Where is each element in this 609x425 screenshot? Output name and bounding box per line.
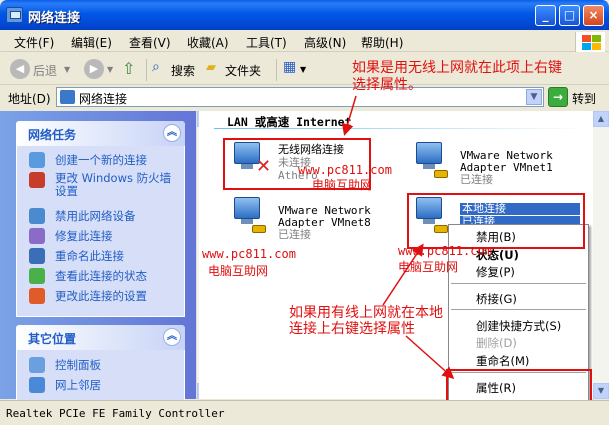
collapse-chevron-icon[interactable]: ︽	[163, 328, 181, 346]
address-field[interactable]: 网络连接 ▼	[56, 87, 544, 107]
watermark-url: www.pc811.com	[398, 244, 492, 258]
other-places-header[interactable]: 其它位置 ︽	[16, 325, 185, 350]
highlight-properties	[446, 369, 592, 402]
network-tasks-body: 创建一个新的连接 更改 Windows 防火墙设置 禁用此网络设备 修复此连接 …	[16, 146, 185, 317]
network-connections-icon	[60, 90, 75, 104]
other-places-panel: 其它位置 ︽ 控制面板 网上邻居	[16, 325, 185, 410]
repair-icon	[29, 228, 45, 244]
highlight-local-connection	[407, 193, 585, 249]
menu-item-repair[interactable]: 修复(P)	[476, 264, 515, 280]
network-tasks-title: 网络任务	[28, 128, 77, 142]
menu-file[interactable]: 文件(F)	[14, 34, 54, 51]
menu-item-bridge[interactable]: 桥接(G)	[476, 291, 517, 307]
maximize-button[interactable]: □	[559, 5, 580, 26]
new-connection-icon	[29, 152, 45, 168]
section-divider	[214, 128, 590, 129]
vmnet8-connection[interactable]: VMware Network Adapter VMnet8 已连接	[228, 195, 378, 241]
menu-separator	[451, 309, 586, 310]
network-tasks-header[interactable]: 网络任务 ︽	[16, 121, 185, 146]
annotation-wired-line1: 如果用有线上网就在本地	[289, 305, 443, 321]
menu-help[interactable]: 帮助(H)	[361, 34, 403, 51]
back-arrow-icon[interactable]: ◀	[10, 59, 30, 79]
menu-view[interactable]: 查看(V)	[129, 34, 171, 51]
folders-button[interactable]: 文件夹	[225, 62, 261, 79]
go-label: 转到	[572, 92, 597, 106]
menu-item-delete: 删除(D)	[476, 336, 517, 350]
menu-item-rename[interactable]: 重命名(M)	[476, 353, 529, 369]
minimize-button[interactable]: _	[535, 5, 556, 26]
place-network-neighborhood[interactable]: 网上邻居	[55, 379, 101, 392]
network-adapter-icon	[228, 195, 268, 233]
annotation-wireless-line2: 选择属性。	[352, 77, 422, 93]
rename-icon	[29, 248, 45, 264]
connection-status: 已连接	[460, 173, 493, 186]
collapse-chevron-icon[interactable]: ︽	[163, 124, 181, 142]
address-value: 网络连接	[79, 92, 128, 106]
task-rename-connection[interactable]: 重命名此连接	[55, 250, 124, 263]
task-firewall-settings[interactable]: 更改 Windows 防火墙设置	[55, 172, 175, 198]
go-button[interactable]: → 转到	[548, 87, 606, 107]
toolbar-separator	[146, 59, 147, 81]
place-control-panel[interactable]: 控制面板	[55, 359, 101, 372]
network-tasks-panel: 网络任务 ︽ 创建一个新的连接 更改 Windows 防火墙设置 禁用此网络设备…	[16, 121, 185, 317]
address-dropdown-icon[interactable]: ▼	[526, 89, 542, 105]
watermark-url: www.pc811.com	[298, 163, 392, 177]
window: 网络连接 _ □ × 文件(F) 编辑(E) 查看(V) 收藏(A) 工具(T)…	[0, 0, 609, 425]
task-disable-device[interactable]: 禁用此网络设备	[55, 210, 136, 223]
address-bar: 地址(D) 网络连接 ▼ → 转到	[0, 86, 609, 110]
task-view-status[interactable]: 查看此连接的状态	[55, 270, 147, 283]
up-folder-icon[interactable]: ⇧	[122, 59, 135, 78]
content-scrollbar[interactable]: ▲ ▼	[593, 111, 609, 399]
forward-dropdown-icon[interactable]: ▼	[107, 65, 113, 74]
address-label: 地址(D)	[8, 92, 51, 106]
close-button[interactable]: ×	[583, 5, 604, 26]
windows-logo-icon	[575, 32, 605, 52]
scroll-down-icon[interactable]: ▼	[593, 383, 609, 399]
back-dropdown-icon[interactable]: ▼	[64, 65, 70, 74]
network-places-icon	[29, 377, 45, 393]
annotation-wireless-line1: 如果是用无线上网就在此项上右键	[352, 60, 562, 76]
search-button[interactable]: 搜索	[171, 62, 195, 79]
control-panel-icon	[29, 357, 45, 373]
views-icon[interactable]: ▦	[283, 59, 296, 75]
network-folder-icon	[6, 7, 23, 23]
watermark-url: www.pc811.com	[202, 247, 296, 261]
status-bar: Realtek PCIe FE Family Controller	[0, 400, 609, 425]
search-icon: ⌕	[152, 59, 160, 75]
connection-status: 已连接	[278, 228, 311, 241]
status-icon	[29, 268, 45, 284]
vmnet1-connection[interactable]: VMware Network Adapter VMnet1 已连接	[410, 140, 560, 186]
settings-icon	[29, 288, 45, 304]
task-repair-connection[interactable]: 修复此连接	[55, 230, 113, 243]
menu-separator	[451, 283, 586, 284]
watermark-name: 电脑互助网	[398, 260, 459, 274]
folder-icon: ▰	[206, 60, 216, 75]
other-places-title: 其它位置	[28, 332, 77, 346]
go-arrow-icon: →	[548, 87, 568, 107]
views-dropdown-icon[interactable]: ▼	[300, 65, 306, 74]
task-pane: 网络任务 ︽ 创建一个新的连接 更改 Windows 防火墙设置 禁用此网络设备…	[0, 111, 196, 410]
task-change-settings[interactable]: 更改此连接的设置	[55, 290, 147, 303]
network-adapter-icon	[410, 140, 450, 178]
disable-device-icon	[29, 208, 45, 224]
toolbar-separator	[276, 59, 277, 81]
title-bar[interactable]: 网络连接 _ □ ×	[0, 0, 609, 30]
status-text: Realtek PCIe FE Family Controller	[6, 407, 225, 420]
window-title: 网络连接	[28, 11, 81, 26]
forward-arrow-icon[interactable]: ▶	[84, 59, 104, 79]
scroll-up-icon[interactable]: ▲	[593, 111, 609, 127]
menu-advanced[interactable]: 高级(N)	[304, 34, 346, 51]
annotation-wired-line2: 连接上右键选择属性	[289, 321, 415, 337]
menu-favorites[interactable]: 收藏(A)	[187, 34, 229, 51]
task-create-connection[interactable]: 创建一个新的连接	[55, 154, 147, 167]
menu-bar: 文件(F) 编辑(E) 查看(V) 收藏(A) 工具(T) 高级(N) 帮助(H…	[0, 30, 609, 52]
menu-tools[interactable]: 工具(T)	[246, 34, 287, 51]
watermark-name: 电脑互助网	[208, 264, 269, 278]
watermark-name: 电脑互助网	[312, 178, 373, 192]
menu-edit[interactable]: 编辑(E)	[71, 34, 112, 51]
menu-item-create-shortcut[interactable]: 创建快捷方式(S)	[476, 318, 561, 334]
firewall-icon	[29, 172, 45, 188]
back-button[interactable]: 后退	[33, 62, 57, 79]
